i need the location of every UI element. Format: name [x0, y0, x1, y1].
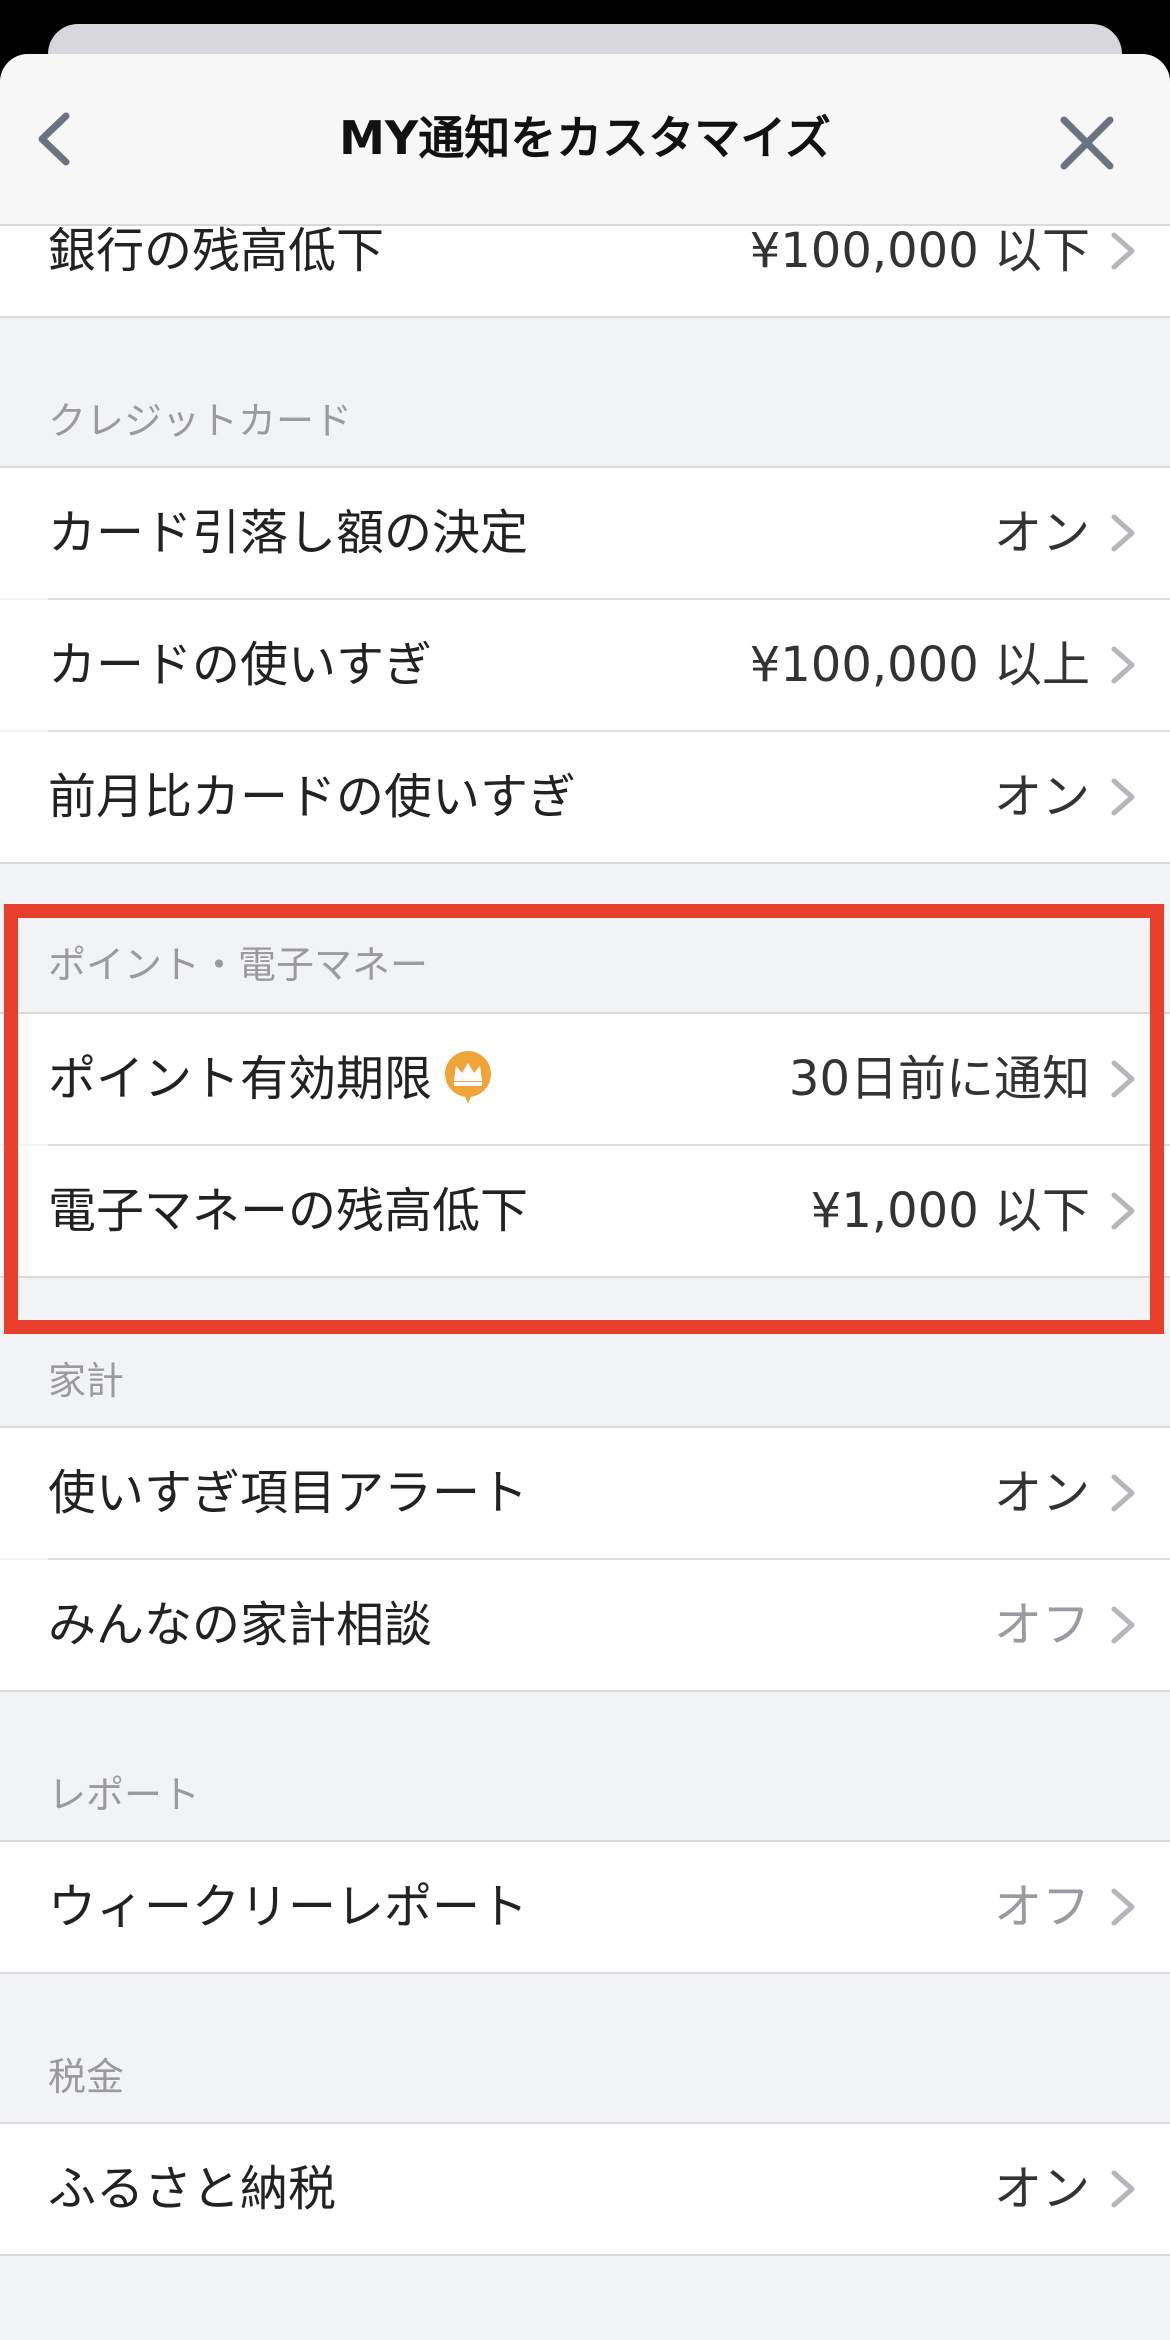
chevron-right-icon	[1111, 646, 1135, 684]
notification-settings-sheet: MY通知をカスタマイズ 銀行の残高低下 ¥100,000 以下 クレジットカード…	[0, 54, 1170, 2340]
section-header-credit-card: クレジットカード	[48, 399, 353, 443]
row-label: 電子マネーの残高低下	[48, 1183, 529, 1239]
chevron-right-icon	[1111, 514, 1135, 552]
page-title: MY通知をカスタマイズ	[339, 111, 831, 165]
section-header-tax: 税金	[48, 2055, 125, 2099]
section-header-points-emoney: ポイント・電子マネー	[48, 943, 429, 987]
list-item-weekly-report[interactable]: ウィークリーレポート オフ	[0, 1842, 1170, 1972]
divider	[0, 2254, 1170, 2256]
list-item-household-consultation[interactable]: みんなの家計相談 オフ	[0, 1560, 1170, 1690]
row-label: 前月比カードの使いすぎ	[48, 769, 577, 825]
section-header-report: レポート	[48, 1773, 201, 1817]
divider	[0, 862, 1170, 864]
divider	[0, 1276, 1170, 1278]
row-value: オン	[993, 2161, 1090, 2217]
row-value: オフ	[993, 1597, 1090, 1653]
chevron-right-icon	[1111, 1060, 1135, 1098]
chevron-right-icon	[1111, 1888, 1135, 1926]
divider	[0, 1690, 1170, 1692]
row-label: カードの使いすぎ	[48, 637, 433, 693]
row-label: みんなの家計相談	[48, 1597, 433, 1653]
divider	[0, 1972, 1170, 1974]
list-item-emoney-balance-low[interactable]: 電子マネーの残高低下 ¥1,000 以下	[0, 1146, 1170, 1276]
row-value: オン	[993, 769, 1090, 825]
list-item-card-overspending[interactable]: カードの使いすぎ ¥100,000 以上	[0, 600, 1170, 730]
chevron-right-icon	[1111, 1474, 1135, 1512]
chevron-right-icon	[1111, 232, 1135, 270]
row-value: 30日前に通知	[788, 1051, 1090, 1107]
row-label: ポイント有効期限	[48, 1014, 494, 1144]
divider	[0, 316, 1170, 318]
list-item-overspending-category-alert[interactable]: 使いすぎ項目アラート オン	[0, 1428, 1170, 1558]
list-item-furusato-tax[interactable]: ふるさと納税 オン	[0, 2124, 1170, 2254]
section-header-household: 家計	[48, 1359, 125, 1403]
row-label: 使いすぎ項目アラート	[48, 1465, 529, 1521]
chevron-right-icon	[1111, 2170, 1135, 2208]
chevron-right-icon	[1111, 1606, 1135, 1644]
navigation-bar: MY通知をカスタマイズ	[0, 54, 1170, 226]
premium-crown-icon	[445, 1051, 492, 1104]
row-value: ¥100,000 以上	[749, 637, 1090, 693]
list-item-card-payment-amount[interactable]: カード引落し額の決定 オン	[0, 468, 1170, 598]
row-label: ウィークリーレポート	[48, 1879, 529, 1935]
chevron-right-icon	[1111, 1192, 1135, 1230]
close-icon[interactable]	[1052, 108, 1122, 178]
row-label: ふるさと納税	[48, 2161, 337, 2217]
row-value: ¥1,000 以下	[810, 1183, 1090, 1239]
chevron-right-icon	[1111, 778, 1135, 816]
row-value: オン	[993, 505, 1090, 561]
row-value: オフ	[993, 1879, 1090, 1935]
list-item-card-overspending-vs-last-month[interactable]: 前月比カードの使いすぎ オン	[0, 732, 1170, 862]
row-value: オン	[993, 1465, 1090, 1521]
row-label: カード引落し額の決定	[48, 505, 529, 561]
point-expiration-label: ポイント有効期限	[48, 1051, 433, 1107]
list-item-point-expiration[interactable]: ポイント有効期限 30日前に通知	[0, 1014, 1170, 1144]
